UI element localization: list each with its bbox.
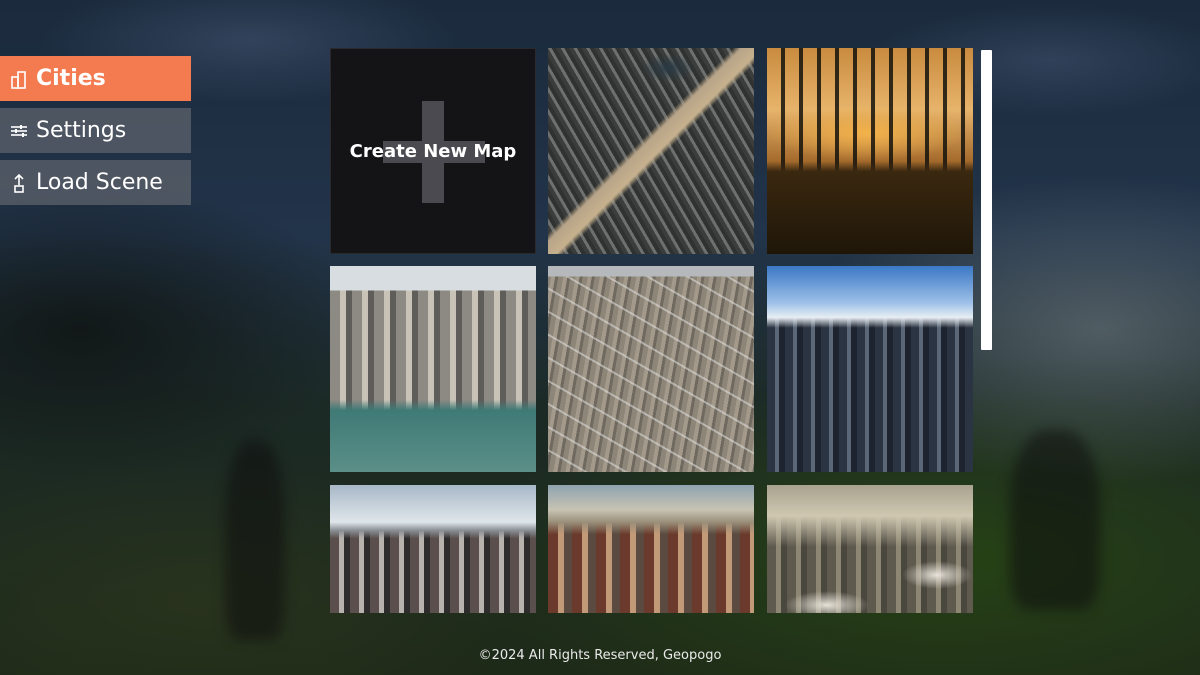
city-tile[interactable] — [330, 485, 536, 613]
city-waterfront-thumbnail — [330, 266, 536, 472]
city-tile[interactable] — [548, 48, 754, 254]
create-new-map-label: Create New Map — [349, 141, 517, 162]
menu-item-settings[interactable]: Settings — [0, 108, 191, 153]
city-tile[interactable] — [330, 266, 536, 472]
city-tile[interactable] — [548, 485, 754, 613]
city-desert-towers-thumbnail — [548, 485, 754, 613]
city-tile[interactable] — [548, 266, 754, 472]
background-figure — [225, 440, 285, 640]
upload-icon — [10, 172, 28, 194]
grid-scrollbar[interactable] — [981, 50, 992, 350]
city-tile[interactable] — [767, 485, 973, 613]
city-grid-desert-thumbnail — [548, 266, 754, 472]
menu-item-load-scene[interactable]: Load Scene — [0, 160, 191, 205]
city-grid: Create New Map — [330, 48, 973, 613]
city-aerial-thumbnail — [548, 48, 754, 254]
create-new-map-tile[interactable]: Create New Map — [330, 48, 536, 254]
cities-icon — [10, 68, 28, 90]
city-mountain-skyline-thumbnail — [330, 485, 536, 613]
menu-item-cities[interactable]: Cities — [0, 56, 191, 101]
footer-copyright: ©2024 All Rights Reserved, Geopogo — [478, 648, 722, 663]
city-tall-towers-thumbnail — [767, 266, 973, 472]
menu-item-label: Cities — [36, 66, 106, 91]
city-tile[interactable] — [767, 48, 973, 254]
city-sunset-skyline-thumbnail — [767, 48, 973, 254]
sliders-icon — [10, 120, 28, 142]
city-tile[interactable] — [767, 266, 973, 472]
background-figure — [1010, 430, 1100, 610]
menu-item-label: Load Scene — [36, 170, 163, 195]
city-hazy-skyline-thumbnail — [767, 485, 973, 613]
side-menu: Cities Settings Load Scene — [0, 56, 191, 212]
menu-item-label: Settings — [36, 118, 127, 143]
